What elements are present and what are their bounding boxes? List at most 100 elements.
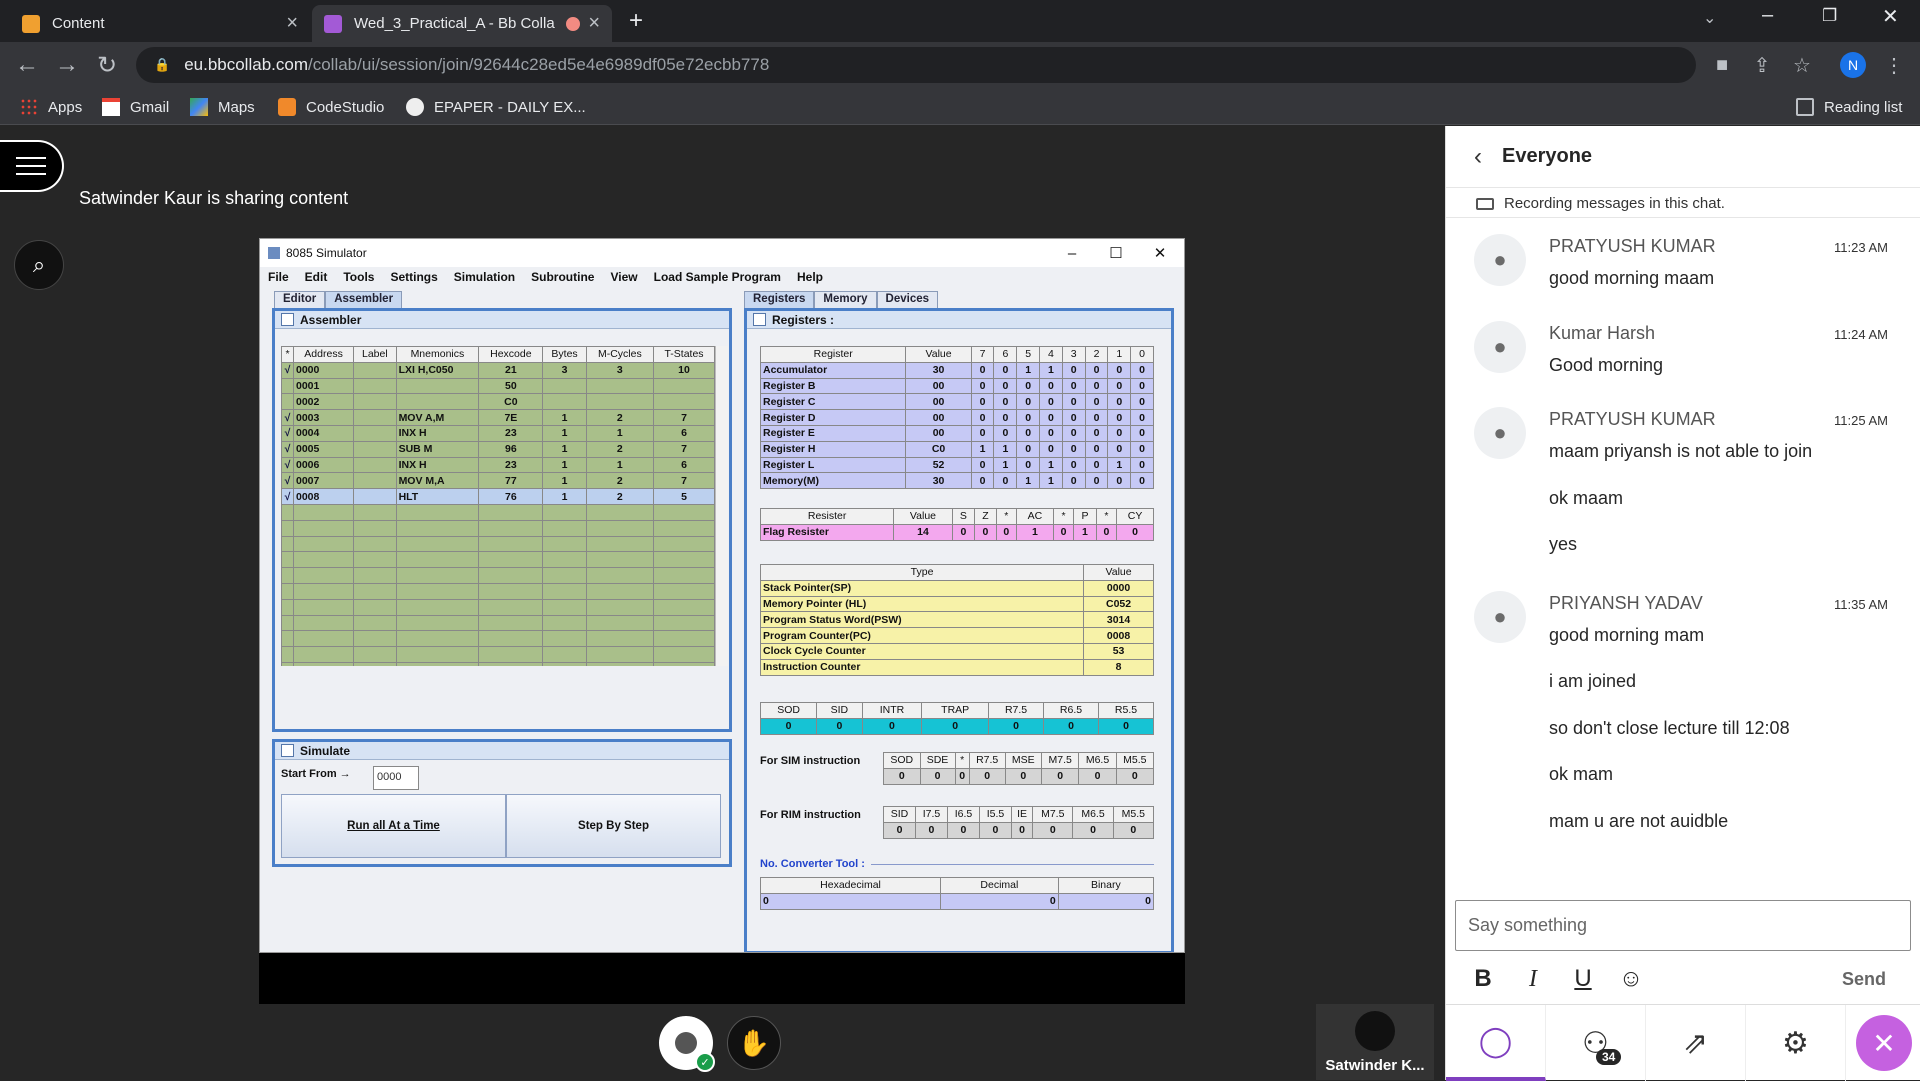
assembler-row[interactable]: 0001 50 [281,377,715,395]
assembler-cell [281,598,294,616]
close-tab-icon[interactable]: × [286,12,298,35]
assembler-row[interactable]: √ 0006 INX H 23 1 1 6 [281,456,715,474]
share-content-tab[interactable]: ⇗ [1646,1005,1746,1081]
assembler-cell [353,456,397,474]
assembler-cell [478,661,544,666]
attendees-tab[interactable]: ⚇ 34 [1546,1005,1646,1081]
menu-edit[interactable]: Edit [305,270,328,284]
reading-list[interactable]: Reading list [1796,96,1902,118]
zoom-to-fit-button[interactable]: ⌕ [14,240,64,290]
chat-tab[interactable]: ◯ [1446,1005,1546,1081]
assembler-row[interactable]: √ 0004 INX H 23 1 1 6 [281,424,715,442]
menu-simulation[interactable]: Simulation [454,270,515,284]
back-icon[interactable]: ← [10,42,44,88]
restore-icon[interactable]: ❐ [1822,6,1837,26]
zoom-icon: ⌕ [32,252,46,277]
menu-kebab-icon[interactable]: ⋮ [1876,42,1912,88]
raise-hand-button[interactable]: ✋ [727,1016,781,1070]
minimize-icon[interactable]: – [1762,4,1773,27]
register-cell: 0 [1084,456,1109,474]
assembler-row[interactable]: √ 0000 LXI H,C050 21 3 3 10 [281,361,715,379]
profile-avatar[interactable]: N [1840,52,1866,78]
assembler-cell [542,661,587,666]
settings-tab[interactable]: ⚙ [1746,1005,1846,1081]
tab-content[interactable]: Content × [10,5,310,42]
table-header-cell: SID [816,702,863,719]
bookmark-epaper[interactable]: EPAPER - DAILY EX... [406,96,586,118]
table-header-cell: Value [1083,564,1154,581]
assembler-row[interactable]: √ 0005 SUB M 96 1 2 7 [281,440,715,458]
menu-tools[interactable]: Tools [343,270,374,284]
tab-registers[interactable]: Registers [744,291,815,308]
italic-button[interactable]: I [1518,964,1548,994]
register-cell: 1 [1039,456,1063,474]
flag-cell: 0 [1095,523,1118,541]
step-by-step-button[interactable]: Step By Step [506,794,721,858]
converter-cell[interactable]: 0 [940,892,1059,910]
assembler-row[interactable]: √ 0003 MOV A,M 7E 1 2 7 [281,409,715,426]
tab-memory[interactable]: Memory [814,291,877,308]
session-menu-button[interactable] [0,140,64,192]
assembler-cell [542,567,587,584]
bookmark-apps[interactable]: Apps [20,96,82,118]
assembler-row[interactable]: √ 0007 MOV M,A 77 1 2 7 [281,472,715,490]
bold-button[interactable]: B [1468,964,1498,994]
bookmark-gmail[interactable]: Gmail [102,96,169,118]
menu-file[interactable]: File [268,270,289,284]
assembler-scrollbar[interactable] [715,346,728,666]
codestudio-icon [278,98,296,116]
menu-settings[interactable]: Settings [390,270,437,284]
reload-icon[interactable]: ↻ [90,42,124,88]
start-from-input[interactable]: 0000 [373,766,419,790]
presenter-name: Satwinder K... [1325,1057,1425,1074]
tab-editor[interactable]: Editor [274,291,326,308]
menu-help[interactable]: Help [797,270,823,284]
run-all-button[interactable]: Run all At a Time [281,794,506,858]
assembler-cell [395,630,480,648]
menu-load-sample[interactable]: Load Sample Program [654,270,781,284]
tab-collab[interactable]: Wed_3_Practical_A - Bb Colla × [312,5,612,42]
sim-maximize-icon[interactable]: ☐ [1094,239,1138,267]
emoji-button[interactable]: ☺ [1616,964,1646,994]
simulator-title: 8085 Simulator [286,246,367,260]
share-icon[interactable]: ⇪ [1744,42,1780,88]
send-button[interactable]: Send [1814,964,1914,994]
assembler-row[interactable]: √ 0008 HLT 76 1 2 5 [281,488,715,505]
new-tab-button[interactable]: + [622,6,650,36]
chat-back-icon[interactable]: ‹ [1474,143,1482,171]
simulator-window: 8085 Simulator – ☐ ✕ File Edit Tools Set… [259,238,1185,953]
forward-icon[interactable]: → [50,42,84,88]
lock-icon: 🔒 [154,57,171,72]
converter-cell[interactable]: 0 [759,892,942,910]
menu-view[interactable]: View [610,270,637,284]
close-tab-icon[interactable]: × [588,12,600,35]
assembler-cell: 7 [653,409,715,426]
hand-icon: ✋ [737,1027,771,1058]
presenter-tile[interactable]: Satwinder K... [1316,1004,1434,1080]
address-bar[interactable]: 🔒 eu.bbcollab.com/collab/ui/session/join… [136,47,1696,83]
sim-close-icon[interactable]: ✕ [1138,239,1182,267]
panel-checkbox[interactable] [753,313,766,326]
tab-assembler[interactable]: Assembler [325,291,403,308]
special-register-cell: 0008 [1083,627,1154,644]
panel-checkbox[interactable] [281,313,294,326]
converter-cell[interactable]: 0 [1057,892,1155,910]
panel-checkbox[interactable] [281,744,294,757]
close-panel-button[interactable]: ✕ [1856,1015,1912,1071]
start-from-label: Start From → [281,768,351,780]
bookmark-star-icon[interactable]: ☆ [1784,42,1820,88]
bookmark-maps[interactable]: Maps [190,96,255,118]
close-window-icon[interactable]: ✕ [1882,4,1899,29]
menu-subroutine[interactable]: Subroutine [531,270,594,284]
tab-search-icon[interactable]: ⌄ [1703,8,1716,28]
chat-input[interactable]: Say something [1455,900,1911,951]
sim-minimize-icon[interactable]: – [1050,239,1094,267]
recording-icon [1476,197,1494,210]
underline-button[interactable]: U [1568,964,1598,994]
my-status-button[interactable]: ✓ [659,1016,715,1072]
assembler-row[interactable]: 0002 C0 [281,393,715,411]
bookmark-codestudio[interactable]: CodeStudio [278,96,384,118]
camera-icon[interactable]: ■ [1704,42,1740,88]
tab-devices[interactable]: Devices [876,291,939,308]
assembler-cell [353,582,397,600]
